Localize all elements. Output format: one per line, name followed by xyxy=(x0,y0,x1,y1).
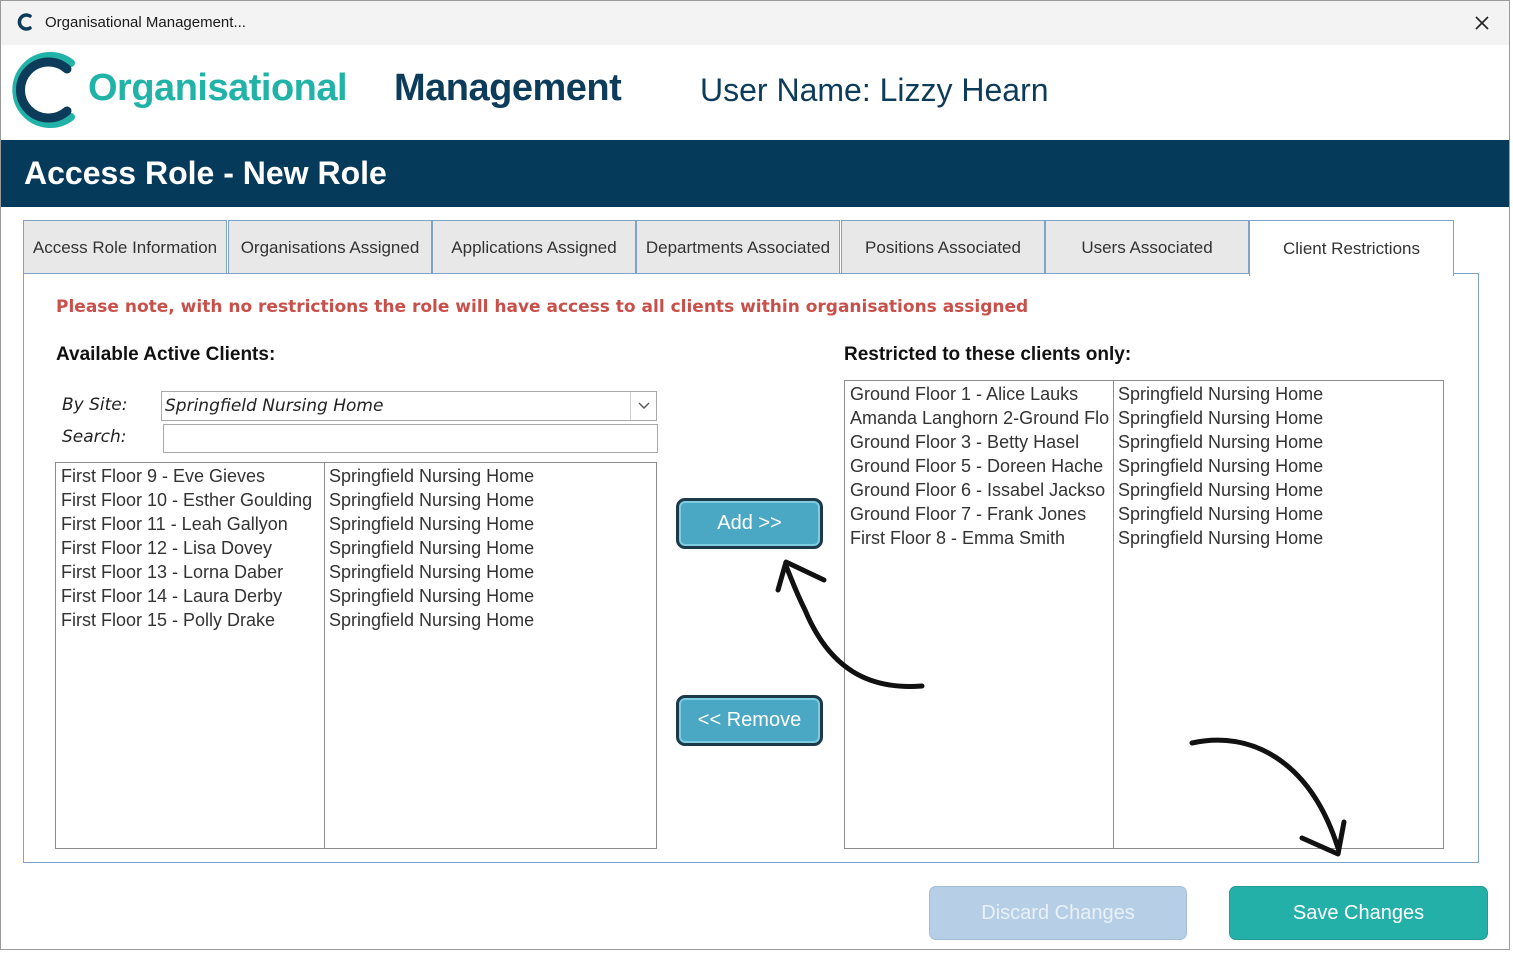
client-site-cell: Springfield Nursing Home xyxy=(329,538,535,558)
client-name-cell: Ground Floor 6 - Issabel Jackso xyxy=(850,480,1106,500)
client-site-cell: Springfield Nursing Home xyxy=(1118,528,1324,548)
client-name-cell: First Floor 15 - Polly Drake xyxy=(61,610,276,630)
tab-client-restrictions[interactable]: Client Restrictions xyxy=(1249,220,1454,276)
chevron-down-icon xyxy=(638,402,649,409)
page-title: Access Role - New Role xyxy=(24,155,387,191)
client-name-cell: First Floor 12 - Lisa Dovey xyxy=(61,538,273,558)
site-filter-select[interactable]: Springfield Nursing Home xyxy=(161,391,657,421)
close-button[interactable] xyxy=(1465,7,1499,39)
client-name-cell: Ground Floor 3 - Betty Hasel xyxy=(850,432,1080,452)
client-site-cell: Springfield Nursing Home xyxy=(329,586,535,606)
restricted-client-row[interactable]: Ground Floor 3 - Betty Hasel Springfield … xyxy=(845,430,1443,454)
title-bar: Organisational Management... xyxy=(1,1,1509,45)
window-title: Organisational Management... xyxy=(45,14,246,31)
restriction-note: Please note, with no restrictions the ro… xyxy=(56,297,1029,317)
restricted-client-row[interactable]: Ground Floor 7 - Frank Jones Springfield … xyxy=(845,502,1443,526)
brand-name-primary: Organisational xyxy=(88,67,348,109)
brand-name-secondary: Management xyxy=(394,67,622,109)
available-client-row[interactable]: First Floor 11 - Leah Gallyon Springfield… xyxy=(56,512,656,536)
dropdown-toggle[interactable] xyxy=(630,392,656,420)
tab-users-associated[interactable]: Users Associated xyxy=(1045,220,1249,274)
remove-client-button[interactable]: << Remove xyxy=(676,695,823,746)
client-site-cell: Springfield Nursing Home xyxy=(1118,408,1324,428)
tab-applications-assigned[interactable]: Applications Assigned xyxy=(432,220,636,274)
client-site-cell: Springfield Nursing Home xyxy=(1118,384,1324,404)
client-search-input[interactable] xyxy=(163,424,658,453)
client-site-cell: Springfield Nursing Home xyxy=(1118,432,1324,452)
app-header: Organisational Management User Name: Liz… xyxy=(1,45,1509,140)
client-name-cell: Amanda Langhorn 2-Ground Flo xyxy=(850,408,1110,428)
client-site-cell: Springfield Nursing Home xyxy=(1118,480,1324,500)
c-logo-icon xyxy=(17,13,32,31)
client-name-cell: Ground Floor 5 - Doreen Hache xyxy=(850,456,1104,476)
user-name-label: User Name: Lizzy Hearn xyxy=(700,72,1049,108)
page-banner: Access Role - New Role xyxy=(1,140,1509,207)
available-client-row[interactable]: First Floor 14 - Laura Derby Springfield … xyxy=(56,584,656,608)
available-client-row[interactable]: First Floor 13 - Lorna Daber Springfield … xyxy=(56,560,656,584)
close-icon xyxy=(1475,16,1489,30)
save-changes-button[interactable]: Save Changes xyxy=(1229,886,1488,940)
client-site-cell: Springfield Nursing Home xyxy=(329,610,535,630)
site-filter-label: By Site: xyxy=(62,395,128,415)
available-client-row[interactable]: First Floor 10 - Esther Goulding Springfi… xyxy=(56,488,656,512)
client-site-cell: Springfield Nursing Home xyxy=(1118,456,1324,476)
available-client-row[interactable]: First Floor 9 - Eve Gieves Springfield Nu… xyxy=(56,464,656,488)
restricted-clients-list[interactable]: Ground Floor 1 - Alice Lauks Springfield … xyxy=(844,380,1444,849)
c-logo-icon xyxy=(12,52,75,128)
client-name-cell: First Floor 8 - Emma Smith xyxy=(850,528,1066,548)
available-clients-list[interactable]: First Floor 9 - Eve Gieves Springfield Nu… xyxy=(55,462,657,849)
site-filter-value: Springfield Nursing Home xyxy=(165,396,384,416)
tab-access-role-information[interactable]: Access Role Information xyxy=(23,220,227,274)
client-site-cell: Springfield Nursing Home xyxy=(329,562,535,582)
restricted-clients-heading: Restricted to these clients only: xyxy=(844,344,1132,365)
client-site-cell: Springfield Nursing Home xyxy=(1118,504,1324,524)
app-window: Organisational Management... Organisatio… xyxy=(0,0,1510,950)
restricted-client-row[interactable]: Amanda Langhorn 2-Ground Flo Springfield … xyxy=(845,406,1443,430)
client-site-cell: Springfield Nursing Home xyxy=(329,466,535,486)
available-client-row[interactable]: First Floor 15 - Polly Drake Springfield … xyxy=(56,608,656,632)
available-clients-heading: Available Active Clients: xyxy=(56,344,276,365)
tab-organisations-assigned[interactable]: Organisations Assigned xyxy=(228,220,432,274)
restricted-client-row[interactable]: Ground Floor 5 - Doreen Hache Springfield… xyxy=(845,454,1443,478)
add-client-button[interactable]: Add >> xyxy=(676,498,823,549)
available-client-row[interactable]: First Floor 12 - Lisa Dovey Springfield N… xyxy=(56,536,656,560)
tab-positions-associated[interactable]: Positions Associated xyxy=(841,220,1045,274)
client-site-cell: Springfield Nursing Home xyxy=(329,490,535,510)
discard-changes-button[interactable]: Discard Changes xyxy=(929,886,1187,940)
client-name-cell: First Floor 11 - Leah Gallyon xyxy=(61,514,288,534)
client-name-cell: First Floor 13 - Lorna Daber xyxy=(61,562,284,582)
search-label: Search: xyxy=(62,427,127,447)
client-name-cell: First Floor 14 - Laura Derby xyxy=(61,586,283,606)
client-name-cell: First Floor 10 - Esther Goulding xyxy=(61,490,313,510)
client-name-cell: Ground Floor 7 - Frank Jones xyxy=(850,504,1087,524)
restricted-client-row[interactable]: Ground Floor 6 - Issabel Jackso Springfie… xyxy=(845,478,1443,502)
client-name-cell: First Floor 9 - Eve Gieves xyxy=(61,466,266,486)
restricted-client-row[interactable]: First Floor 8 - Emma Smith Springfield Nu… xyxy=(845,526,1443,550)
client-name-cell: Ground Floor 1 - Alice Lauks xyxy=(850,384,1079,404)
restricted-client-row[interactable]: Ground Floor 1 - Alice Lauks Springfield … xyxy=(845,382,1443,406)
client-site-cell: Springfield Nursing Home xyxy=(329,514,535,534)
tab-departments-associated[interactable]: Departments Associated xyxy=(636,220,840,274)
